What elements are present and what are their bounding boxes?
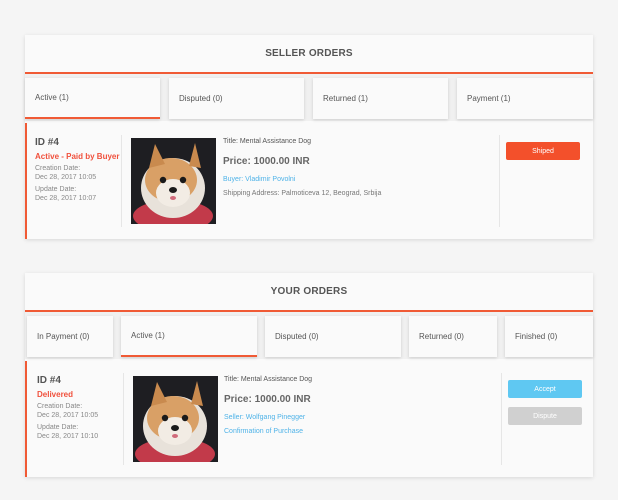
tab-returned[interactable]: Returned (0) [409,316,497,357]
item-price: Price: 1000.00 INR [224,394,311,405]
seller-tabs: Active (1) Disputed (0) Returned (1) Pay… [25,74,593,121]
product-image [133,376,218,462]
order-status: Active - Paid by Buyer [35,152,120,161]
creation-date-label: Creation Date: [37,403,83,410]
tab-payment[interactable]: Payment (1) [457,78,593,119]
update-date: Dec 28, 2017 10:10 [37,433,99,440]
tab-in-payment[interactable]: In Payment (0) [27,316,113,357]
your-tabs: In Payment (0) Active (1) Disputed (0) R… [25,312,593,359]
divider [123,373,124,465]
order-meta: ID #4 Active - Paid by Buyer Creation Da… [35,137,120,206]
your-orders-title: YOUR ORDERS [270,286,348,297]
tab-active[interactable]: Active (1) [121,316,257,357]
seller-orders-header: SELLER ORDERS [25,35,593,74]
accept-button[interactable]: Accept [508,380,582,398]
creation-date: Dec 28, 2017 10:05 [37,412,99,419]
seller-order-row: ID #4 Active - Paid by Buyer Creation Da… [25,123,593,239]
order-id: ID #4 [35,137,59,148]
order-meta: ID #4 Delivered Creation Date: Dec 28, 2… [37,375,122,444]
update-date-label: Update Date: [37,424,79,431]
order-status: Delivered [37,390,74,399]
seller-link[interactable]: Seller: Wolfgang Pinegger [224,414,312,421]
tab-disputed[interactable]: Disputed (0) [265,316,401,357]
update-date-label: Update Date: [35,186,77,193]
dispute-button[interactable]: Dispute [508,407,582,425]
creation-date: Dec 28, 2017 10:05 [35,174,97,181]
your-orders-panel: YOUR ORDERS In Payment (0) Active (1) Di… [25,273,593,477]
item-title: Title: Mental Assistance Dog [223,138,312,145]
shipped-button[interactable]: Shiped [506,142,580,160]
creation-date-label: Creation Date: [35,165,81,172]
product-image [131,138,216,224]
shipping-address: Shipping Address: Palmoticeva 12, Beogra… [223,190,382,197]
tab-finished[interactable]: Finished (0) [505,316,593,357]
update-date: Dec 28, 2017 10:07 [35,195,97,202]
order-id: ID #4 [37,375,61,386]
divider [501,373,502,465]
item-title: Title: Mental Assistance Dog [224,376,313,383]
your-order-row: ID #4 Delivered Creation Date: Dec 28, 2… [25,361,593,477]
divider [121,135,122,227]
tab-disputed[interactable]: Disputed (0) [169,78,304,119]
seller-orders-panel: SELLER ORDERS Active (1) Disputed (0) Re… [25,35,593,239]
order-details: Title: Mental Assistance Dog Price: 1000… [224,376,312,442]
item-price: Price: 1000.00 INR [223,156,310,167]
seller-orders-title: SELLER ORDERS [265,48,353,59]
tab-returned[interactable]: Returned (1) [313,78,448,119]
confirmation-link[interactable]: Confirmation of Purchase [224,428,312,435]
tab-active[interactable]: Active (1) [25,78,160,119]
divider [499,135,500,227]
buyer-link[interactable]: Buyer: Vladimir Povolni [223,176,381,183]
your-orders-header: YOUR ORDERS [25,273,593,312]
order-details: Title: Mental Assistance Dog Price: 1000… [223,138,381,197]
